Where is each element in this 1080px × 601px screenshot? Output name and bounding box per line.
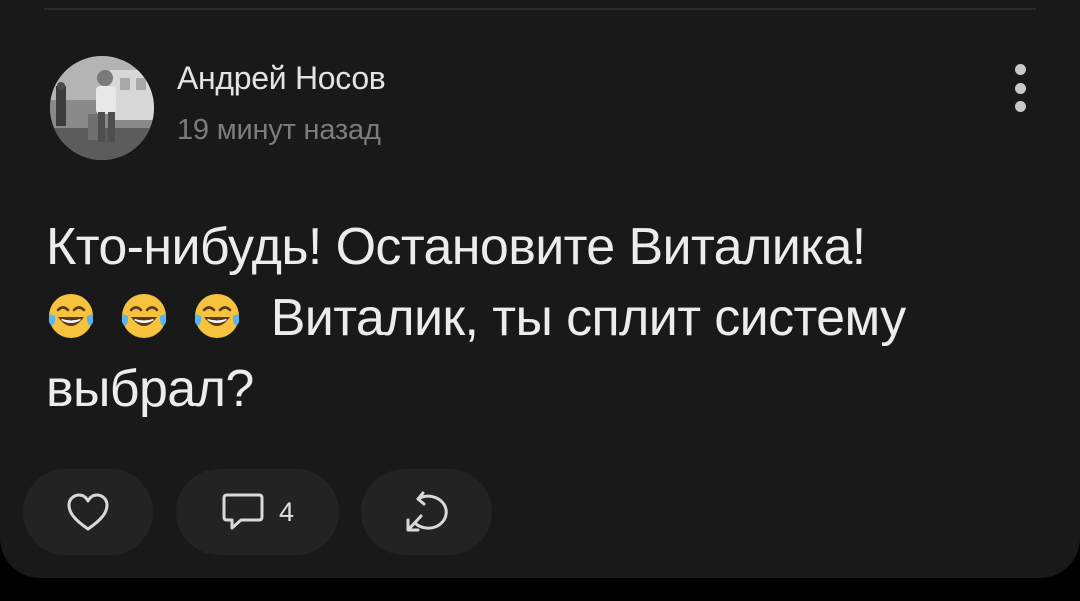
- post-text: Кто-нибудь! Остановите Виталика! Виталик…: [46, 212, 1046, 425]
- tears-of-joy-emoji-icon: [194, 294, 239, 338]
- tears-of-joy-emoji-icon: [121, 294, 166, 338]
- author-avatar[interactable]: [50, 56, 154, 160]
- post-text-line-1: Кто-нибудь! Остановите Виталика!: [46, 218, 866, 276]
- top-divider: [44, 8, 1036, 10]
- speech-bubble-icon: [222, 493, 264, 530]
- post-text-line-2: Виталик, ты сплит систему выбрал?: [46, 283, 1046, 425]
- share-button[interactable]: [361, 469, 492, 555]
- avatar-photo: [50, 56, 154, 160]
- more-options-button[interactable]: [1000, 60, 1040, 116]
- comment-button[interactable]: 4: [176, 469, 339, 555]
- vertical-dots-icon: [1014, 64, 1026, 75]
- like-button[interactable]: [23, 469, 153, 555]
- post-timestamp: 19 минут назад: [177, 114, 381, 146]
- author-name[interactable]: Андрей Носов: [177, 60, 386, 97]
- dot: [1014, 101, 1026, 112]
- tears-of-joy-emoji-icon: [48, 294, 94, 338]
- dot: [1014, 82, 1026, 94]
- share-arrow-icon: [406, 491, 448, 532]
- emoji-group: [46, 283, 251, 354]
- heart-outline-icon: [67, 493, 109, 531]
- post-card: Андрей Носов 19 минут назад Кто-нибудь! …: [0, 0, 1080, 578]
- comment-count: 4: [278, 496, 295, 527]
